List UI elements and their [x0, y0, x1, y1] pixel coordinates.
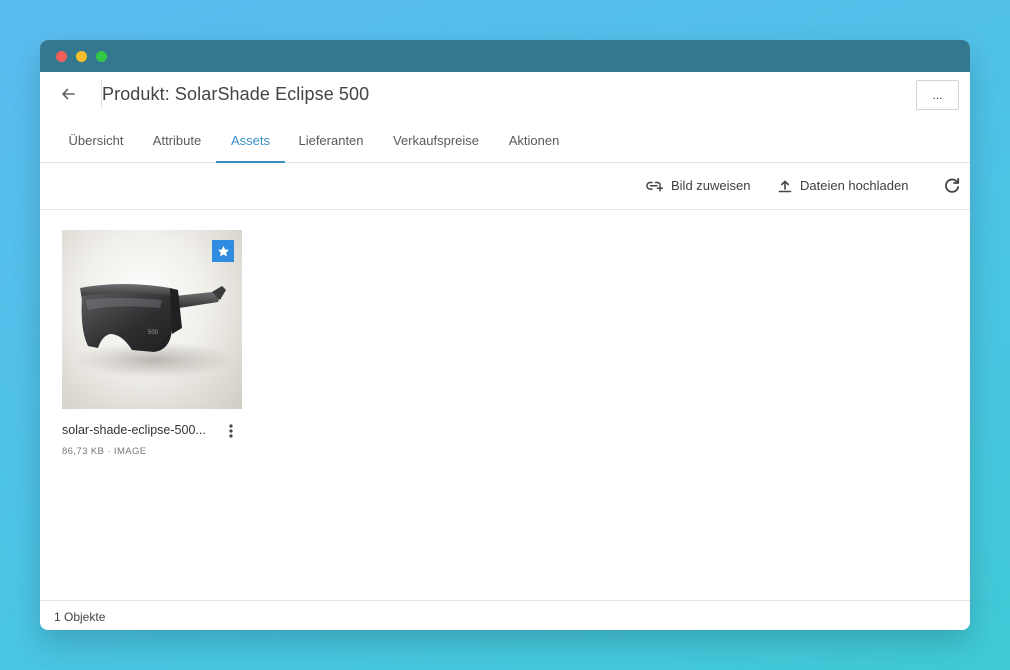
more-options-button[interactable]: ...	[916, 80, 959, 110]
asset-thumbnail[interactable]: 500	[62, 230, 242, 409]
link-image-icon	[646, 181, 663, 191]
assign-image-label: Bild zuweisen	[671, 178, 751, 193]
upload-icon	[778, 180, 792, 192]
svg-text:500: 500	[148, 330, 159, 336]
arrow-left-icon	[62, 88, 75, 100]
object-count: 1 Objekte	[54, 610, 106, 624]
star-icon	[217, 245, 229, 256]
assets-grid: 500 solar-shade-eclipse-500... 86,73 KB …	[40, 210, 970, 599]
window-titlebar	[40, 40, 970, 72]
upload-files-button[interactable]: Dateien hochladen	[778, 178, 908, 193]
page-title: Produkt: SolarShade Eclipse 500	[102, 84, 370, 104]
status-footer: 1 Objekte	[40, 600, 970, 630]
tab-assets[interactable]: Assets	[216, 118, 285, 163]
asset-toolbar: Bild zuweisen Dateien hochladen	[40, 163, 970, 210]
tab-uebersicht[interactable]: Übersicht	[54, 118, 138, 163]
maximize-window-button[interactable]	[96, 51, 107, 62]
more-vertical-icon	[229, 424, 233, 438]
close-window-button[interactable]	[56, 51, 67, 62]
app-window: Produkt: SolarShade Eclipse 500 ... Über…	[40, 40, 970, 630]
asset-file-meta: 86,73 KB · IMAGE	[62, 446, 147, 457]
page-header: Produkt: SolarShade Eclipse 500 ...	[40, 72, 970, 118]
tab-attribute[interactable]: Attribute	[144, 118, 210, 163]
tab-verkaufspreise[interactable]: Verkaufspreise	[384, 118, 488, 163]
assign-image-button[interactable]: Bild zuweisen	[646, 178, 751, 193]
primary-image-badge	[212, 240, 234, 262]
upload-files-label: Dateien hochladen	[800, 178, 909, 193]
asset-card[interactable]: 500 solar-shade-eclipse-500... 86,73 KB …	[62, 230, 242, 457]
refresh-icon	[945, 177, 960, 193]
asset-file-name: solar-shade-eclipse-500...	[62, 423, 206, 437]
tab-lieferanten[interactable]: Lieferanten	[291, 118, 371, 163]
minimize-window-button[interactable]	[76, 51, 87, 62]
back-button[interactable]	[56, 82, 80, 106]
refresh-button[interactable]	[942, 176, 962, 196]
tab-bar: Übersicht Attribute Assets Lieferanten V…	[40, 118, 970, 163]
tab-aktionen[interactable]: Aktionen	[502, 118, 566, 163]
asset-menu-button[interactable]	[224, 422, 238, 440]
